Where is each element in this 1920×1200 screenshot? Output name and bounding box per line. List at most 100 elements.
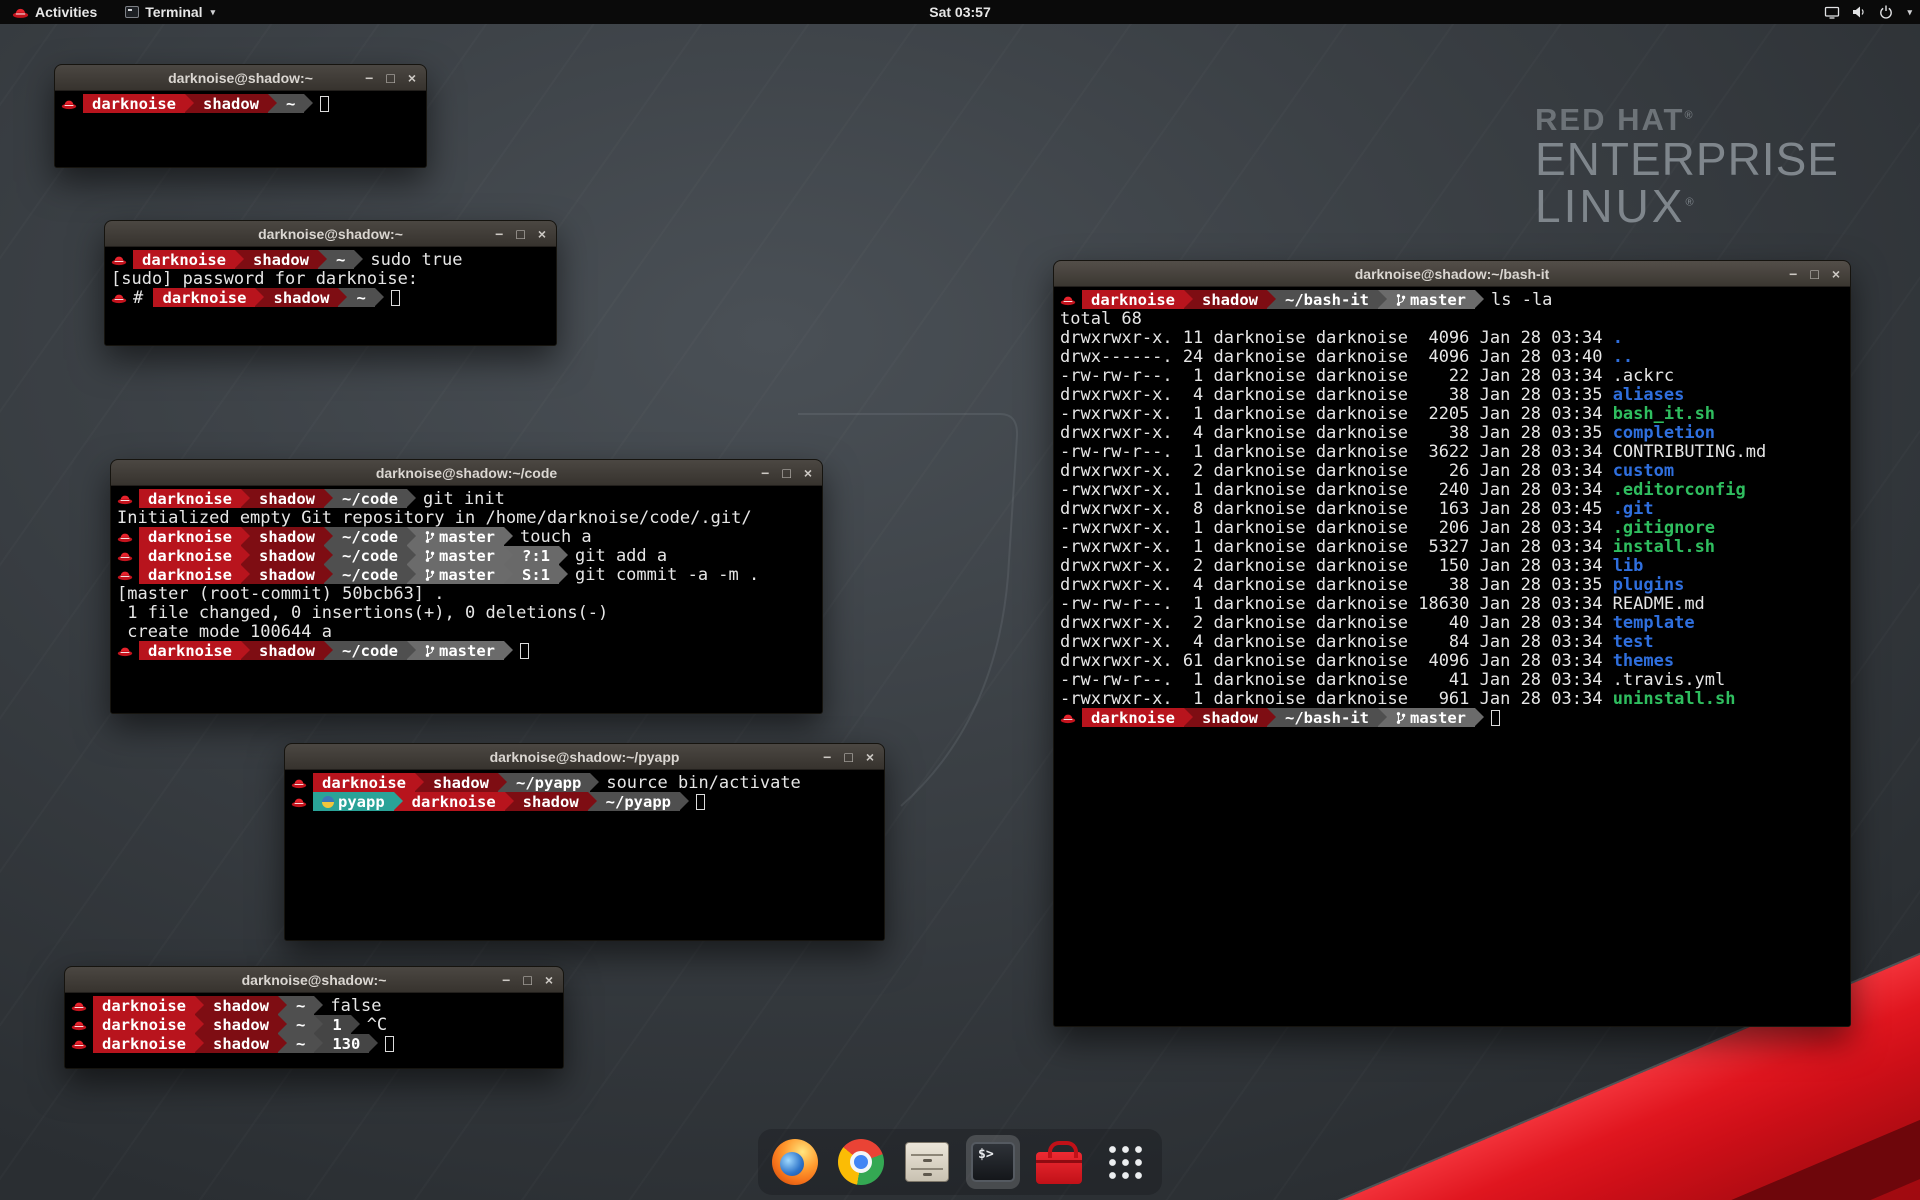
terminal-content[interactable]: darknoiseshadow~sudo true[sudo] password…	[105, 247, 556, 345]
terminal-text: -rw-rw-r--. 1 darknoise darknoise 22 Jan…	[1060, 366, 1674, 386]
prompt-segment-user: darknoise	[93, 996, 195, 1015]
minimize-button[interactable]: −	[1789, 267, 1797, 281]
terminal-window-t1[interactable]: darknoise@shadow:~−□×darknoiseshadow~	[54, 64, 427, 168]
prompt-segment-host: shadow	[1193, 290, 1267, 309]
maximize-button[interactable]: □	[1810, 267, 1818, 281]
powerline-arrow	[255, 288, 264, 307]
terminal-line: drwx------. 24 darknoise darknoise 4096 …	[1060, 347, 1844, 366]
window-controls: −□ ×	[823, 750, 884, 764]
terminal-content[interactable]: darknoiseshadow~/bash-itmasterls -latota…	[1054, 287, 1850, 1026]
terminal-text: -rw-rw-r--. 1 darknoise darknoise 18630 …	[1060, 594, 1705, 614]
minimize-button[interactable]: −	[823, 750, 831, 764]
powerline-arrow	[1267, 708, 1276, 727]
close-button[interactable]: ×	[804, 466, 812, 480]
window-titlebar[interactable]: darknoise@shadow:~/bash-it−□ ×	[1054, 261, 1850, 287]
close-button[interactable]: ×	[866, 750, 874, 764]
terminal-text: drwxrwxr-x. 4 darknoise darknoise 84 Jan…	[1060, 632, 1613, 652]
window-title: darknoise@shadow:~/bash-it	[1054, 266, 1850, 282]
prompt-segment-path: ~	[327, 250, 354, 269]
prompt-segment-host: shadow	[250, 565, 324, 584]
chrome-dock-button[interactable]	[834, 1135, 888, 1189]
terminal-line: total 68	[1060, 309, 1844, 328]
terminal-icon	[125, 6, 139, 18]
prompt-segment-path: ~/code	[333, 489, 407, 508]
maximize-button[interactable]: □	[516, 227, 524, 241]
terminal-content[interactable]: darknoiseshadow~/pyappsource bin/activat…	[285, 770, 884, 940]
maximize-button[interactable]: □	[844, 750, 852, 764]
terminal-content[interactable]: darknoiseshadow~	[55, 91, 426, 167]
terminal-line: darknoiseshadow~/bash-itmasterls -la	[1060, 290, 1844, 309]
terminal-window-t5[interactable]: darknoise@shadow:~−□×darknoiseshadow~fal…	[64, 966, 564, 1069]
terminal-line: drwxrwxr-x. 8 darknoise darknoise 163 Ja…	[1060, 499, 1844, 518]
maximize-button[interactable]: □	[782, 466, 790, 480]
window-titlebar[interactable]: darknoise@shadow:~−□×	[65, 967, 563, 993]
redhat-prompt-icon	[117, 645, 137, 657]
prompt-segment-path: ~	[277, 94, 304, 113]
terminal-line: -rwxrwxr-x. 1 darknoise darknoise 2205 J…	[1060, 404, 1844, 423]
firefox-dock-button[interactable]	[768, 1135, 822, 1189]
powerline-arrow	[241, 489, 250, 508]
minimize-button[interactable]: −	[495, 227, 503, 241]
terminal-line: darknoiseshadow~130	[71, 1034, 557, 1053]
minimize-button[interactable]: −	[502, 973, 510, 987]
terminal-text: .gitignore	[1613, 518, 1715, 538]
terminal-text: bash_it.sh	[1613, 404, 1715, 424]
window-title: darknoise@shadow:~/code	[111, 465, 822, 481]
powerline-arrow	[590, 773, 599, 792]
terminal-window-t4[interactable]: darknoise@shadow:~/pyapp−□×darknoiseshad…	[284, 743, 885, 941]
window-titlebar[interactable]: darknoise@shadow:~/code−□ ×	[111, 460, 822, 486]
text-cursor	[320, 96, 329, 112]
prompt-segment-path: ~/pyapp	[507, 773, 590, 792]
powerline-arrow	[407, 641, 416, 660]
terminal-line: darknoiseshadow~/codegit init	[117, 489, 816, 508]
close-button[interactable]: ×	[1832, 267, 1840, 281]
chevron-down-icon: ▾	[211, 7, 216, 18]
brand-line-enterprise: ENTERPRISE	[1535, 136, 1839, 183]
terminal-text: lib	[1613, 556, 1644, 576]
activities-button[interactable]: Activities	[0, 0, 109, 24]
close-button[interactable]: ×	[408, 71, 416, 85]
terminal-line: -rw-rw-r--. 1 darknoise darknoise 22 Jan…	[1060, 366, 1844, 385]
terminal-window-t3[interactable]: darknoise@shadow:~/code−□ × darknoiseshado…	[110, 459, 823, 714]
toolbox-dock-button[interactable]	[1032, 1135, 1086, 1189]
window-titlebar[interactable]: darknoise@shadow:~−□×	[55, 65, 426, 91]
app-menu-terminal[interactable]: Terminal ▾	[113, 0, 227, 24]
minimize-button[interactable]: −	[761, 466, 769, 480]
app-grid-dock-button[interactable]	[1098, 1135, 1152, 1189]
prompt-segment-user: darknoise	[83, 94, 185, 113]
terminal-window-t2[interactable]: darknoise@shadow:~−□×darknoiseshadow~sud…	[104, 220, 557, 346]
powerline-arrow	[504, 527, 513, 546]
redhat-prompt-icon	[117, 531, 137, 543]
close-button[interactable]: ×	[538, 227, 546, 241]
terminal-text: -rwxrwxr-x. 1 darknoise darknoise 206 Ja…	[1060, 518, 1613, 538]
close-button[interactable]: ×	[545, 973, 553, 987]
powerline-arrow	[504, 565, 513, 584]
branch-icon	[425, 530, 435, 544]
files-dock-button[interactable]	[900, 1135, 954, 1189]
maximize-button[interactable]: □	[386, 71, 394, 85]
powerline-arrow	[185, 94, 194, 113]
terminal-window-t6[interactable]: darknoise@shadow:~/bash-it−□ × darknoisesh…	[1053, 260, 1851, 1027]
minimize-button[interactable]: −	[365, 71, 373, 85]
system-status-area[interactable]: ▾	[1824, 0, 1912, 24]
terminal-dock-button[interactable]: $>	[966, 1135, 1020, 1189]
powerline-arrow	[394, 792, 403, 811]
toolbox-icon	[1036, 1152, 1082, 1184]
window-titlebar[interactable]: darknoise@shadow:~/pyapp−□×	[285, 744, 884, 770]
terminal-content[interactable]: darknoiseshadow~falsedarknoiseshadow~1^C…	[65, 993, 563, 1068]
prompt-segment-user: darknoise	[133, 250, 235, 269]
terminal-line: [master (root-commit) 50bcb63] .	[117, 584, 816, 603]
powerline-arrow	[241, 527, 250, 546]
terminal-text: -rwxrwxr-x. 1 darknoise darknoise 240 Ja…	[1060, 480, 1613, 500]
window-controls: −□ ×	[365, 71, 426, 85]
clock[interactable]: Sat 03:57	[929, 4, 990, 20]
terminal-text: drwxrwxr-x. 2 darknoise darknoise 40 Jan…	[1060, 613, 1613, 633]
prompt-segment-host: shadow	[514, 792, 588, 811]
redhat-prompt-icon	[111, 292, 131, 304]
prompt-segment-host: shadow	[204, 1015, 278, 1034]
terminal-text: drwxrwxr-x. 8 darknoise darknoise 163 Ja…	[1060, 499, 1613, 519]
window-titlebar[interactable]: darknoise@shadow:~−□×	[105, 221, 556, 247]
python-icon	[322, 796, 334, 808]
maximize-button[interactable]: □	[523, 973, 531, 987]
terminal-content[interactable]: darknoiseshadow~/codegit initInitialized…	[111, 486, 822, 713]
